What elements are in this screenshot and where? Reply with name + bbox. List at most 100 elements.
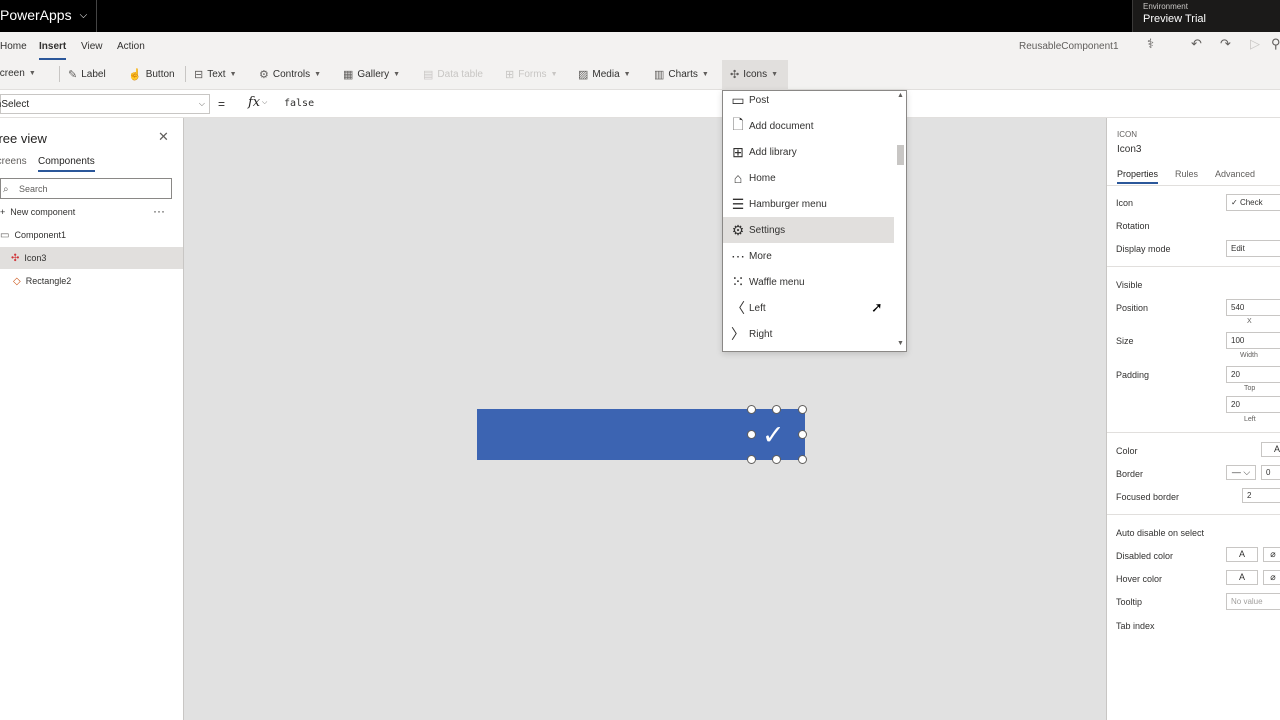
control-type: ICON <box>1117 130 1137 139</box>
menu-insert[interactable]: Insert <box>39 41 67 60</box>
resize-handle[interactable] <box>772 405 781 414</box>
tab-advanced[interactable]: Advanced <box>1215 169 1255 179</box>
divider <box>1107 185 1280 186</box>
hover-color-picker[interactable]: A <box>1226 570 1258 585</box>
hover-color-label: Hover color <box>1116 574 1163 584</box>
tree-item-component1[interactable]: ▭ Component1 <box>0 224 183 246</box>
border-style-select[interactable]: — ⌵ <box>1226 465 1256 480</box>
forms-button[interactable]: ⊞ Forms ▼ <box>505 68 558 81</box>
scroll-down-icon[interactable]: ▼ <box>897 340 904 347</box>
component-icon: ▭ <box>0 229 10 241</box>
property-selector[interactable]: OnSelect ⌵ <box>0 94 210 114</box>
gallery-button[interactable]: ▦ Gallery ▼ <box>343 68 400 81</box>
close-icon[interactable]: ✕ <box>158 129 169 145</box>
left-icon: 〈 <box>731 300 745 316</box>
scrollbar-thumb[interactable] <box>897 145 904 165</box>
size-width-input[interactable]: 100 <box>1226 332 1280 349</box>
post-icon: ▭ <box>731 91 745 108</box>
border-label: Border <box>1116 469 1144 479</box>
chevron-down-icon: ▼ <box>550 71 558 78</box>
more-options-icon[interactable]: ··· <box>153 204 165 218</box>
menu-action[interactable]: Action <box>117 41 145 52</box>
control-name[interactable]: Icon3 <box>1117 144 1141 155</box>
dropdown-item-add-library[interactable]: ⊞ Add library <box>723 139 894 165</box>
hover-fill-picker[interactable]: ⌀ <box>1263 570 1280 585</box>
tab-components[interactable]: Components <box>38 156 95 172</box>
redo-icon[interactable]: ↷ <box>1220 36 1231 52</box>
resize-handle[interactable] <box>747 405 756 414</box>
play-icon[interactable]: ▷ <box>1250 36 1260 52</box>
settings-icon: ⚙ <box>731 221 745 238</box>
search-input[interactable]: Search <box>0 178 172 199</box>
chevron-down-icon: ▼ <box>28 70 36 77</box>
menu-home[interactable]: Home <box>0 41 27 52</box>
dropdown-item-label: Add library <box>749 146 797 158</box>
color-picker[interactable]: A <box>1261 442 1280 457</box>
menu-view[interactable]: View <box>81 41 103 52</box>
controls-button[interactable]: ⚙ Controls ▼ <box>259 68 321 81</box>
resize-handle[interactable] <box>747 455 756 464</box>
padding-left-input[interactable]: 20 <box>1226 396 1280 413</box>
auto-disable-label: Auto disable on select <box>1116 528 1205 538</box>
new-component-button[interactable]: + New component <box>0 207 75 217</box>
dropdown-item-home[interactable]: ⌂ Home <box>723 165 894 191</box>
icon-picker[interactable]: ✓ Check <box>1226 194 1280 211</box>
fx-icon[interactable]: fx <box>248 95 260 110</box>
tab-rules[interactable]: Rules <box>1175 169 1198 179</box>
icons-button[interactable]: ✣ Icons ▼ <box>730 68 778 81</box>
label-button[interactable]: ✎ Label <box>68 68 106 81</box>
tooltip-input[interactable]: No value <box>1226 593 1280 610</box>
dropdown-item-left[interactable]: 〈 Left <box>723 295 894 321</box>
padding-top-input[interactable]: 20 <box>1226 366 1280 383</box>
media-button[interactable]: ▨ Media ▼ <box>578 68 631 81</box>
button-button[interactable]: ☝ Button <box>128 68 175 81</box>
tab-screens[interactable]: Screens <box>0 156 27 167</box>
undo-icon[interactable]: ↶ <box>1191 36 1202 52</box>
position-x-input[interactable]: 540 <box>1226 299 1280 316</box>
dropdown-item-waffle-menu[interactable]: ⁙ Waffle menu <box>723 269 894 295</box>
environment-picker[interactable]: Environment Preview Trial <box>1132 0 1280 32</box>
color-value: A <box>1273 444 1280 454</box>
dropdown-item-settings[interactable]: ⚙ Settings <box>723 217 894 243</box>
disabled-color-picker[interactable]: A <box>1226 547 1258 562</box>
resize-handle[interactable] <box>798 405 807 414</box>
icon-label: Icon <box>1116 198 1134 208</box>
tree-item-icon3[interactable]: ✣ Icon3 <box>0 247 183 269</box>
disabled-fill-picker[interactable]: ⌀ <box>1263 547 1280 562</box>
resize-handle[interactable] <box>798 430 807 439</box>
padding-left-value: 20 <box>1231 400 1240 409</box>
icons-label: Icons <box>743 69 768 80</box>
tree-item-label: Rectangle2 <box>25 276 72 286</box>
tab-properties[interactable]: Properties <box>1117 169 1159 184</box>
charts-button[interactable]: ▥ Charts ▼ <box>654 68 709 81</box>
user-icon[interactable]: ⚲ <box>1271 36 1280 52</box>
resize-handle[interactable] <box>747 430 756 439</box>
dropdown-item-more[interactable]: ⋯ More <box>723 243 894 269</box>
dropdown-item-hamburger-menu[interactable]: ☰ Hamburger menu <box>723 191 894 217</box>
display-mode-select[interactable]: Edit <box>1226 240 1280 257</box>
focused-border-input[interactable]: 2 <box>1242 488 1280 503</box>
scroll-up-icon[interactable]: ▲ <box>897 92 904 99</box>
size-width-value: 100 <box>1231 336 1245 345</box>
dropdown-item-right[interactable]: 〉 Right <box>723 321 894 347</box>
dropdown-item-add-document[interactable]: 🗋 Add document <box>723 113 894 139</box>
stethoscope-icon[interactable]: ⚕ <box>1147 36 1154 52</box>
chevron-down-icon[interactable]: ⌵ <box>262 99 267 107</box>
resize-handle[interactable] <box>798 455 807 464</box>
divider <box>1107 432 1280 433</box>
border-width-input[interactable]: 0 <box>1261 465 1280 480</box>
data-table-button[interactable]: ▤ Data table <box>423 68 483 81</box>
text-button[interactable]: ⊟ Text ▼ <box>194 68 237 81</box>
divider <box>1107 266 1280 267</box>
formula-input[interactable]: false <box>284 98 314 109</box>
dropdown-item-post[interactable]: ▭ Post <box>723 91 894 113</box>
dropdown-scrollbar[interactable] <box>893 90 906 352</box>
chevron-down-icon: ▼ <box>701 71 709 78</box>
check-icon[interactable]: ✓ <box>762 420 785 451</box>
display-mode-label: Display mode <box>1116 244 1171 254</box>
tree-item-rectangle2[interactable]: ◇ Rectangle2 <box>0 270 183 292</box>
border-width-value: 0 <box>1266 468 1271 477</box>
new-screen-button[interactable]: New screen▼ <box>0 68 36 79</box>
app-launcher[interactable]: PowerApps ⌵ <box>0 7 87 23</box>
resize-handle[interactable] <box>772 455 781 464</box>
